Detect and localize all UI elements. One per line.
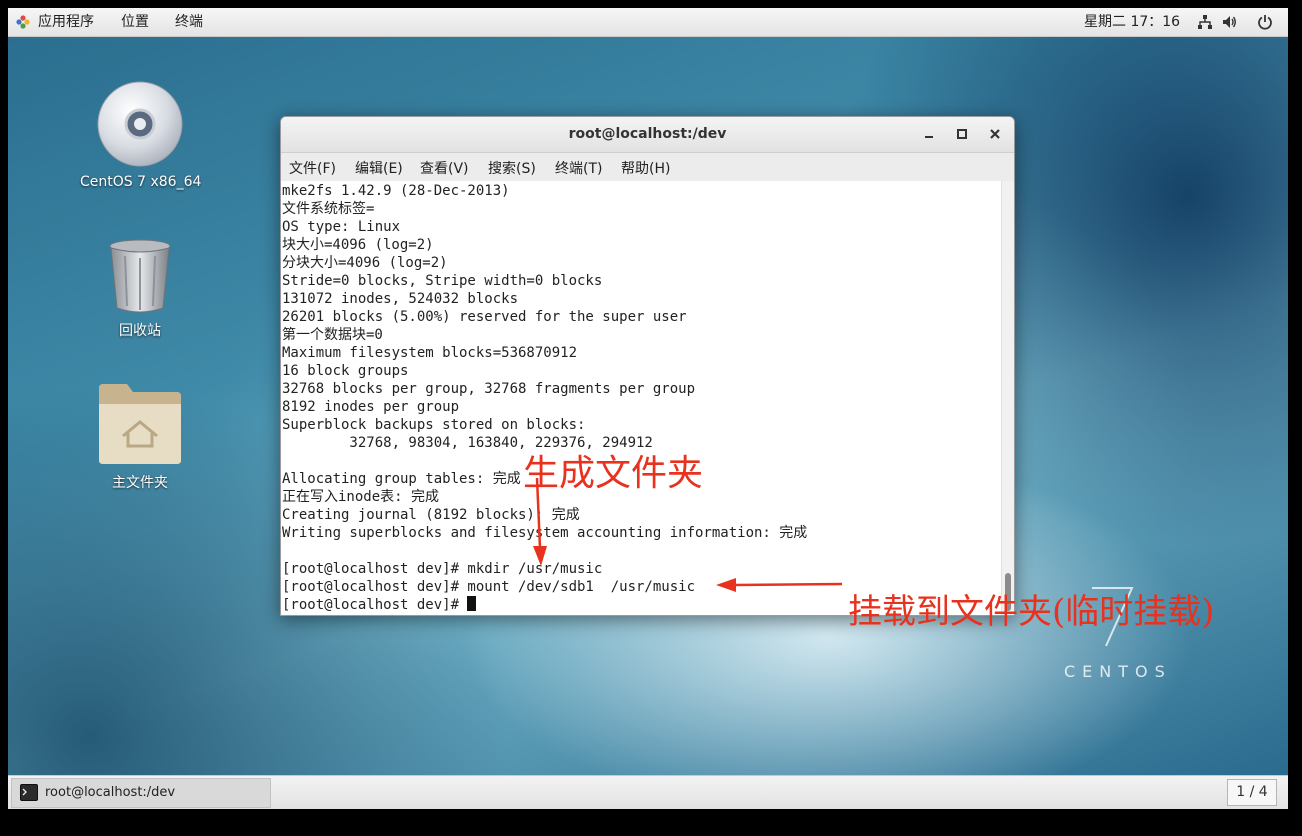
maximize-icon[interactable] [954, 126, 970, 142]
desktop-icon-centos-disc[interactable]: CentOS 7 x86_64 [80, 80, 202, 190]
centos-watermark: CENTOS [1064, 662, 1172, 681]
menu-edit[interactable]: 编辑(E) [355, 158, 403, 178]
places-menu[interactable]: 位置 [121, 13, 149, 31]
terminal-icon [20, 784, 38, 801]
desktop-icon-home-folder[interactable]: 主文件夹 [80, 382, 200, 492]
close-icon[interactable] [987, 126, 1003, 142]
terminal-scrollbar[interactable] [1001, 181, 1014, 615]
disc-icon [97, 81, 183, 167]
network-icon[interactable] [1197, 14, 1213, 30]
window-title: root@localhost:/dev [568, 126, 727, 142]
desktop-icon-trash[interactable]: 回收站 [80, 238, 200, 340]
workspace-pager[interactable]: 1 / 4 [1227, 779, 1277, 806]
terminal-app-menu[interactable]: 终端 [175, 13, 203, 31]
window-menubar: 文件(F) 编辑(E) 查看(V) 搜索(S) 终端(T) 帮助(H) [281, 153, 1014, 182]
applications-icon [16, 15, 30, 29]
menu-search[interactable]: 搜索(S) [488, 158, 536, 178]
applications-menu[interactable]: 应用程序 [38, 13, 94, 31]
minimize-icon[interactable] [921, 126, 937, 142]
clock[interactable]: 星期二 17：16 [1084, 13, 1180, 31]
desktop-icon-label: 主文件夹 [112, 475, 168, 491]
desktop-icon-label: 回收站 [119, 323, 161, 339]
menu-terminal[interactable]: 终端(T) [555, 158, 602, 178]
taskbar-item-label: root@localhost:/dev [45, 785, 176, 800]
menu-help[interactable]: 帮助(H) [621, 158, 670, 178]
window-titlebar[interactable]: root@localhost:/dev [281, 117, 1014, 153]
bottom-taskbar: root@localhost:/dev 1 / 4 [8, 775, 1288, 809]
mount-annotation: 挂载到文件夹(临时挂载) [848, 592, 1215, 632]
terminal-output: mke2fs 1.42.9 (28-Dec-2013) 文件系统标签= OS t… [282, 182, 807, 614]
top-panel: 应用程序 位置 终端 星期二 17：16 [8, 8, 1288, 37]
terminal-window[interactable]: root@localhost:/dev 文件(F) 编辑(E) 查看(V) 搜索… [280, 116, 1015, 616]
mkdir-annotation: 生成文件夹 [523, 453, 704, 494]
taskbar-item-terminal[interactable]: root@localhost:/dev [11, 778, 271, 808]
home-folder-icon [99, 384, 181, 464]
terminal-output-area[interactable]: mke2fs 1.42.9 (28-Dec-2013) 文件系统标签= OS t… [281, 181, 1014, 615]
power-icon[interactable] [1257, 14, 1273, 30]
desktop-icon-label: CentOS 7 x86_64 [80, 174, 202, 190]
terminal-text: mke2fs 1.42.9 (28-Dec-2013) 文件系统标签= OS t… [282, 183, 808, 613]
volume-icon[interactable] [1221, 14, 1237, 30]
menu-view[interactable]: 查看(V) [420, 158, 469, 178]
trash-icon [109, 239, 171, 313]
menu-file[interactable]: 文件(F) [289, 158, 336, 178]
terminal-cursor [467, 596, 477, 611]
